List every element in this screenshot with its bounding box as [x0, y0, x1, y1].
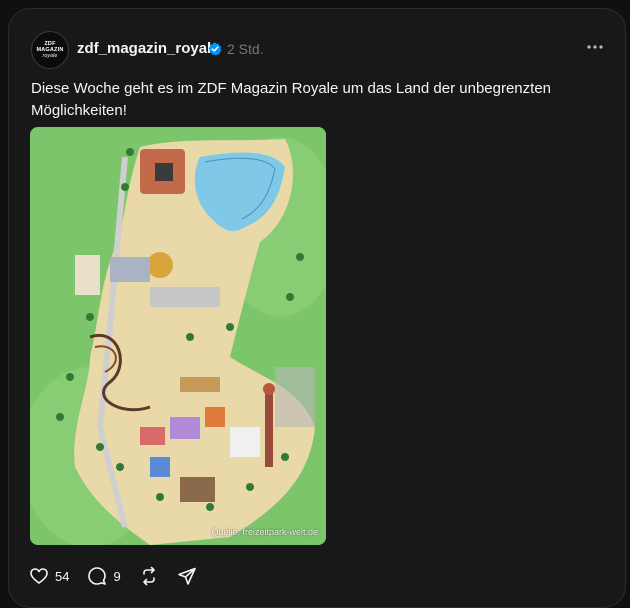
- image-credit: Quelle: freizeitpark-welt.de: [211, 527, 318, 537]
- post-image[interactable]: Quelle: freizeitpark-welt.de: [30, 127, 326, 545]
- comment-count: 9: [113, 568, 121, 584]
- repost-icon: [142, 566, 155, 586]
- share-button[interactable]: [177, 566, 197, 586]
- username[interactable]: zdf_magazin_royale: [77, 40, 220, 57]
- share-icon: [177, 567, 196, 585]
- heart-icon: [30, 568, 48, 584]
- action-bar: 54 9: [29, 565, 215, 587]
- post-time: 2 Std.: [227, 41, 264, 57]
- comment-button[interactable]: 9: [87, 566, 121, 586]
- like-button[interactable]: 54: [29, 566, 69, 586]
- comment-icon: [88, 567, 107, 585]
- post-card: ZDF MAGAZIN royale zdf_magazin_royale 2 …: [8, 8, 626, 608]
- theme-park-map-illustration: [30, 127, 326, 545]
- avatar-line3: royale: [42, 53, 58, 59]
- more-icon[interactable]: [585, 39, 605, 55]
- avatar[interactable]: ZDF MAGAZIN royale: [31, 31, 69, 69]
- like-count: 54: [55, 568, 70, 584]
- verified-badge-icon: [208, 42, 222, 56]
- post-caption: Diese Woche geht es im ZDF Magazin Royal…: [31, 80, 551, 119]
- repost-button[interactable]: [139, 566, 159, 586]
